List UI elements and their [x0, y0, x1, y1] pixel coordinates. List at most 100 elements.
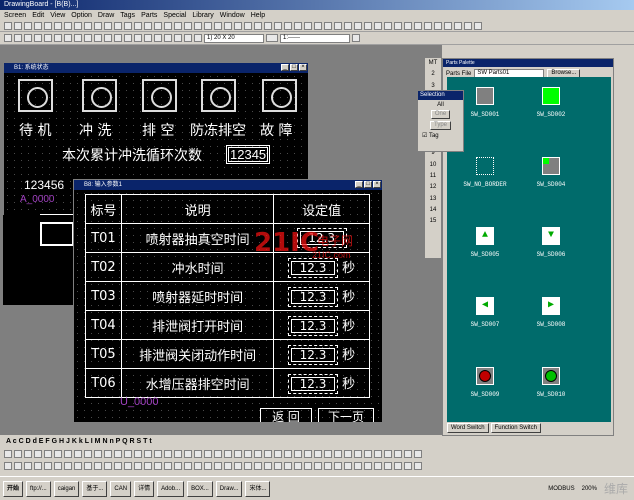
- tool-button-icon[interactable]: [414, 462, 422, 470]
- polygon-tool-icon[interactable]: [44, 34, 52, 42]
- palette-item[interactable]: ◀ SW_SD007: [455, 297, 515, 328]
- menu-item-screen[interactable]: Screen: [4, 10, 26, 21]
- palette-item[interactable]: ▶ SW_SD008: [521, 297, 581, 328]
- tool-button-icon[interactable]: [254, 462, 262, 470]
- param-window-title-bar[interactable]: B8: 输入参数1 _ □ ×: [74, 180, 382, 190]
- tool-button-icon[interactable]: [354, 450, 362, 458]
- tool-button-icon[interactable]: [234, 450, 242, 458]
- toolbar-button-icon[interactable]: [154, 22, 162, 30]
- toolbar-button-icon[interactable]: [314, 22, 322, 30]
- tool-button-icon[interactable]: [284, 462, 292, 470]
- selection-tag-checkbox[interactable]: ☑ Tag: [418, 132, 463, 139]
- toolbar-button-icon[interactable]: [244, 22, 252, 30]
- palette-tab[interactable]: Word Switch: [447, 423, 489, 433]
- tool-button-icon[interactable]: [294, 462, 302, 470]
- toolbar-button-icon[interactable]: [174, 22, 182, 30]
- tool-button-icon[interactable]: [314, 462, 322, 470]
- tool-button-icon[interactable]: [114, 450, 122, 458]
- toolbar-button-icon[interactable]: [464, 22, 472, 30]
- toolbar-button-icon[interactable]: [404, 22, 412, 30]
- toolbar-button-icon[interactable]: [294, 22, 302, 30]
- toolbar-button-icon[interactable]: [384, 22, 392, 30]
- tool-button-icon[interactable]: [204, 450, 212, 458]
- tool-button-icon[interactable]: [24, 462, 32, 470]
- next-page-button[interactable]: 下一页: [318, 408, 374, 422]
- toolbar-button-icon[interactable]: [264, 22, 272, 30]
- tool-button-icon[interactable]: [44, 450, 52, 458]
- tool-button-icon[interactable]: [84, 462, 92, 470]
- tool-button-icon[interactable]: [74, 450, 82, 458]
- param-value-input[interactable]: 12.3: [288, 315, 339, 336]
- tool-button-icon[interactable]: [334, 450, 342, 458]
- palette-item[interactable]: SW_SD009: [455, 367, 515, 398]
- param-value-input[interactable]: 12.3: [288, 257, 339, 278]
- tool-button-icon[interactable]: [24, 450, 32, 458]
- toolbar-button-icon[interactable]: [234, 22, 242, 30]
- palette-item[interactable]: SW_SD002: [521, 87, 581, 118]
- tool-button-icon[interactable]: [14, 450, 22, 458]
- rect-tool-icon[interactable]: [24, 34, 32, 42]
- toolbar-button-icon[interactable]: [284, 22, 292, 30]
- toolbar-button-icon[interactable]: [144, 22, 152, 30]
- taskbar-item[interactable]: caigan: [53, 480, 80, 497]
- toolbar-button-icon[interactable]: [214, 22, 222, 30]
- selection-all[interactable]: All: [418, 102, 463, 108]
- toolbar-button-icon[interactable]: [394, 22, 402, 30]
- palette-tab[interactable]: Function Switch: [490, 423, 541, 433]
- minimize-icon[interactable]: _: [355, 181, 363, 188]
- tool-button-icon[interactable]: [274, 450, 282, 458]
- palette-item[interactable]: SW_SD004: [521, 157, 581, 188]
- numeric-tool-icon[interactable]: [124, 34, 132, 42]
- tool-button-icon[interactable]: [224, 462, 232, 470]
- tool-button-icon[interactable]: [214, 462, 222, 470]
- tool-button-icon[interactable]: [324, 450, 332, 458]
- menu-item-draw[interactable]: Draw: [98, 10, 114, 21]
- palette-item[interactable]: ▼ SW_SD006: [521, 227, 581, 258]
- toolbar-button-icon[interactable]: [4, 22, 12, 30]
- toolbar-button-icon[interactable]: [224, 22, 232, 30]
- tool-button-icon[interactable]: [364, 450, 372, 458]
- tool-button-icon[interactable]: [374, 450, 382, 458]
- tool-button-icon[interactable]: [114, 462, 122, 470]
- tool-button-icon[interactable]: [184, 450, 192, 458]
- character-bar[interactable]: A c C D d E F G H J K k L I M N n P Q R …: [6, 438, 152, 445]
- tool-button-icon[interactable]: [194, 462, 202, 470]
- tool-button-icon[interactable]: [224, 450, 232, 458]
- toolbar-button-icon[interactable]: [434, 22, 442, 30]
- tool-button-icon[interactable]: [174, 462, 182, 470]
- tool-button-icon[interactable]: [264, 450, 272, 458]
- tool-button-icon[interactable]: [174, 450, 182, 458]
- tool-button-icon[interactable]: [234, 462, 242, 470]
- bitmap-tool-icon[interactable]: [84, 34, 92, 42]
- trend-tool-icon[interactable]: [184, 34, 192, 42]
- line-style-icon[interactable]: [266, 34, 278, 42]
- tool-button-icon[interactable]: [304, 450, 312, 458]
- toolbar-button-icon[interactable]: [414, 22, 422, 30]
- toolbar-button-icon[interactable]: [164, 22, 172, 30]
- tool-button-icon[interactable]: [94, 450, 102, 458]
- menu-item-tags[interactable]: Tags: [120, 10, 135, 21]
- toolbar-button-icon[interactable]: [84, 22, 92, 30]
- menu-item-view[interactable]: View: [50, 10, 65, 21]
- window-tool-icon[interactable]: [144, 34, 152, 42]
- toolbar-button-icon[interactable]: [94, 22, 102, 30]
- data-tool-icon[interactable]: [194, 34, 202, 42]
- toolbar-button-icon[interactable]: [324, 22, 332, 30]
- start-button[interactable]: 开始: [3, 480, 24, 497]
- lamp-drain[interactable]: [142, 79, 177, 112]
- maximize-icon[interactable]: □: [290, 64, 298, 71]
- tool-button-icon[interactable]: [44, 462, 52, 470]
- param-value-input[interactable]: 12.3: [288, 373, 339, 394]
- toolbar-button-icon[interactable]: [424, 22, 432, 30]
- taskbar-item[interactable]: 宋体...: [245, 480, 271, 497]
- toolbar-button-icon[interactable]: [184, 22, 192, 30]
- menu-item-parts[interactable]: Parts: [141, 10, 157, 21]
- taskbar-item[interactable]: Draw...: [215, 480, 243, 497]
- circle-tool-icon[interactable]: [34, 34, 42, 42]
- tool-button-icon[interactable]: [54, 462, 62, 470]
- zoom-select[interactable]: 1) 20 X 20: [204, 33, 264, 43]
- lamp-standby[interactable]: [18, 79, 53, 112]
- counter-value[interactable]: 123456: [24, 178, 64, 192]
- tool-button-icon[interactable]: [124, 450, 132, 458]
- close-icon[interactable]: ×: [373, 181, 381, 188]
